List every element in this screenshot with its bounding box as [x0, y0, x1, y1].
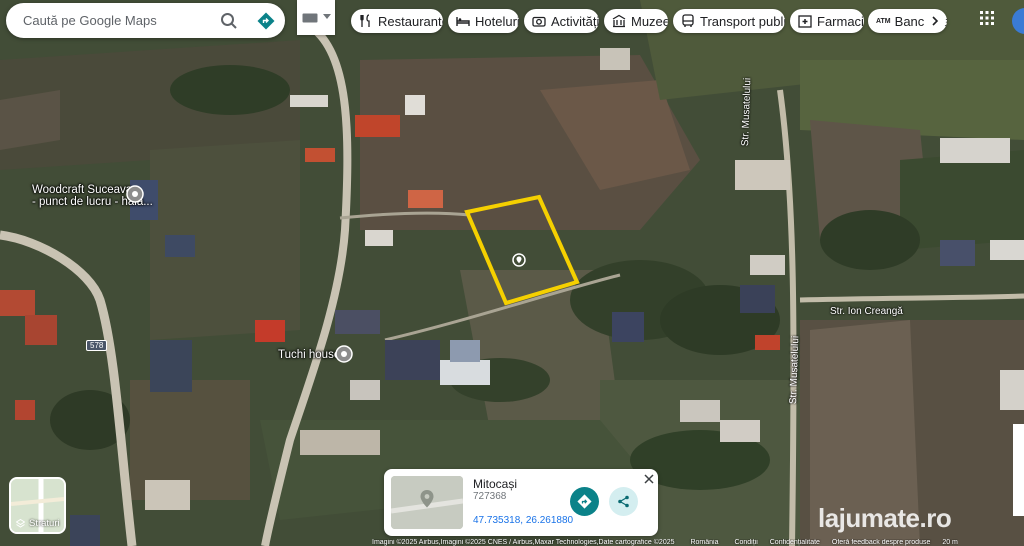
poi-pin-icon[interactable]	[126, 185, 144, 203]
chip-hoteluri[interactable]: Hoteluri	[448, 9, 519, 33]
country-link[interactable]: România	[690, 539, 718, 546]
watermark-logo: lajumate.ro	[818, 503, 952, 533]
map-pin-thumbnail-icon	[391, 476, 463, 529]
scale-label[interactable]: 20 m	[942, 539, 958, 546]
layers-icon	[16, 519, 25, 528]
satellite-map[interactable]	[0, 0, 1024, 546]
street-label-ion-creanga: Str. Ion Creangă	[830, 306, 903, 317]
layers-button[interactable]: Straturi	[9, 477, 66, 534]
search-icon[interactable]	[220, 12, 238, 30]
chip-farmacii[interactable]: Farmacii	[790, 9, 864, 33]
search-input[interactable]: Caută pe Google Maps	[23, 13, 157, 28]
chevron-down-icon	[323, 14, 331, 19]
share-icon	[618, 495, 629, 508]
layers-label: Straturi	[29, 518, 60, 529]
place-title: Mitocași	[473, 477, 518, 491]
chip-restaurante[interactable]: Restaurante	[351, 9, 443, 33]
attribution-text: Imagini ©2025 Airbus,Imagini ©2025 CNES …	[372, 539, 675, 546]
bed-icon	[456, 17, 470, 26]
zoom-controls[interactable]	[1013, 424, 1024, 516]
chip-label: Restaurante	[378, 13, 443, 29]
chip-muzee[interactable]: Muzee	[604, 9, 668, 33]
collapse-panel-button[interactable]	[297, 0, 335, 35]
chip-label: Transport public	[700, 13, 785, 29]
close-icon[interactable]	[644, 474, 654, 484]
keyboard-icon	[302, 13, 318, 23]
chip-label: Activități	[551, 13, 599, 29]
privacy-link[interactable]: Confidențialitate	[770, 539, 820, 546]
chip-label: Hoteluri	[475, 13, 519, 29]
place-postal-code: 727368	[473, 491, 507, 502]
feedback-link[interactable]: Oferă feedback despre produse	[832, 539, 930, 546]
directions-button[interactable]	[570, 487, 599, 516]
chip-activitati[interactable]: Activități	[524, 9, 599, 33]
atm-icon: ATM	[876, 17, 891, 25]
poi-pin-icon[interactable]	[335, 345, 353, 363]
chip-label: Farmacii	[817, 13, 864, 29]
terms-link[interactable]: Condiții	[734, 539, 757, 546]
chevron-right-icon	[932, 16, 939, 26]
directions-icon	[577, 494, 592, 509]
map-footer: Imagini ©2025 Airbus,Imagini ©2025 CNES …	[372, 539, 958, 546]
museum-icon	[612, 14, 626, 28]
search-box[interactable]: Caută pe Google Maps	[6, 3, 285, 38]
share-button[interactable]	[609, 487, 638, 516]
chip-label: Muzee	[631, 13, 668, 29]
place-coordinates[interactable]: 47.735318, 26.261880	[473, 515, 573, 526]
fork-knife-icon	[360, 14, 370, 27]
poi-label-tuchi-house[interactable]: Tuchi house	[278, 349, 340, 361]
bus-icon	[682, 14, 694, 27]
place-card[interactable]: Mitocași 727368 47.735318, 26.261880	[384, 469, 658, 536]
camera-icon	[532, 16, 546, 27]
apps-grid-icon[interactable]	[980, 11, 994, 25]
place-thumbnail[interactable]	[391, 476, 463, 529]
chips-next-button[interactable]	[924, 10, 946, 32]
pharmacy-icon	[798, 15, 812, 28]
directions-icon[interactable]	[257, 12, 275, 30]
parcel-pin-icon[interactable]	[512, 253, 526, 267]
chip-transport-public[interactable]: Transport public	[673, 9, 785, 33]
route-shield: 578	[86, 340, 108, 351]
